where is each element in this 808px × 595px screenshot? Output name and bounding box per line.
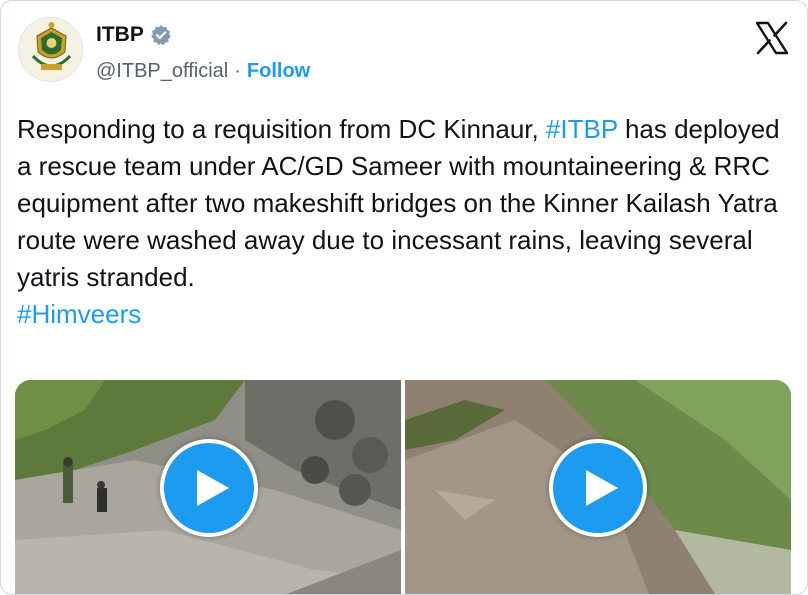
verified-badge-icon [151, 25, 171, 46]
itbp-emblem-icon [19, 18, 82, 81]
video-thumbnail-1[interactable] [15, 380, 401, 594]
play-button[interactable] [549, 439, 647, 537]
hashtag-himveers-link[interactable]: #Himveers [17, 299, 141, 329]
author-name-row: ITBP [96, 23, 172, 47]
hashtag-itbp-link[interactable]: #ITBP [546, 114, 618, 144]
author-handle[interactable]: @ITBP_official [96, 60, 228, 83]
author-name[interactable]: ITBP [96, 23, 144, 47]
media-gallery [15, 380, 791, 594]
tweet-body-start: Responding to a requisition from DC Kinn… [17, 114, 546, 144]
separator-dot: · [234, 60, 241, 82]
x-logo-icon[interactable] [755, 21, 789, 55]
profile-avatar[interactable] [18, 17, 83, 82]
video-thumbnail-2[interactable] [405, 380, 791, 594]
follow-button[interactable]: Follow [247, 60, 310, 83]
play-icon [586, 470, 618, 506]
author-handle-row: @ITBP_official · Follow [96, 60, 310, 83]
play-button[interactable] [160, 439, 258, 537]
tweet-card: ITBP @ITBP_official · Follow Responding … [0, 0, 808, 595]
play-icon [197, 470, 229, 506]
tweet-text: Responding to a requisition from DC Kinn… [17, 111, 797, 333]
